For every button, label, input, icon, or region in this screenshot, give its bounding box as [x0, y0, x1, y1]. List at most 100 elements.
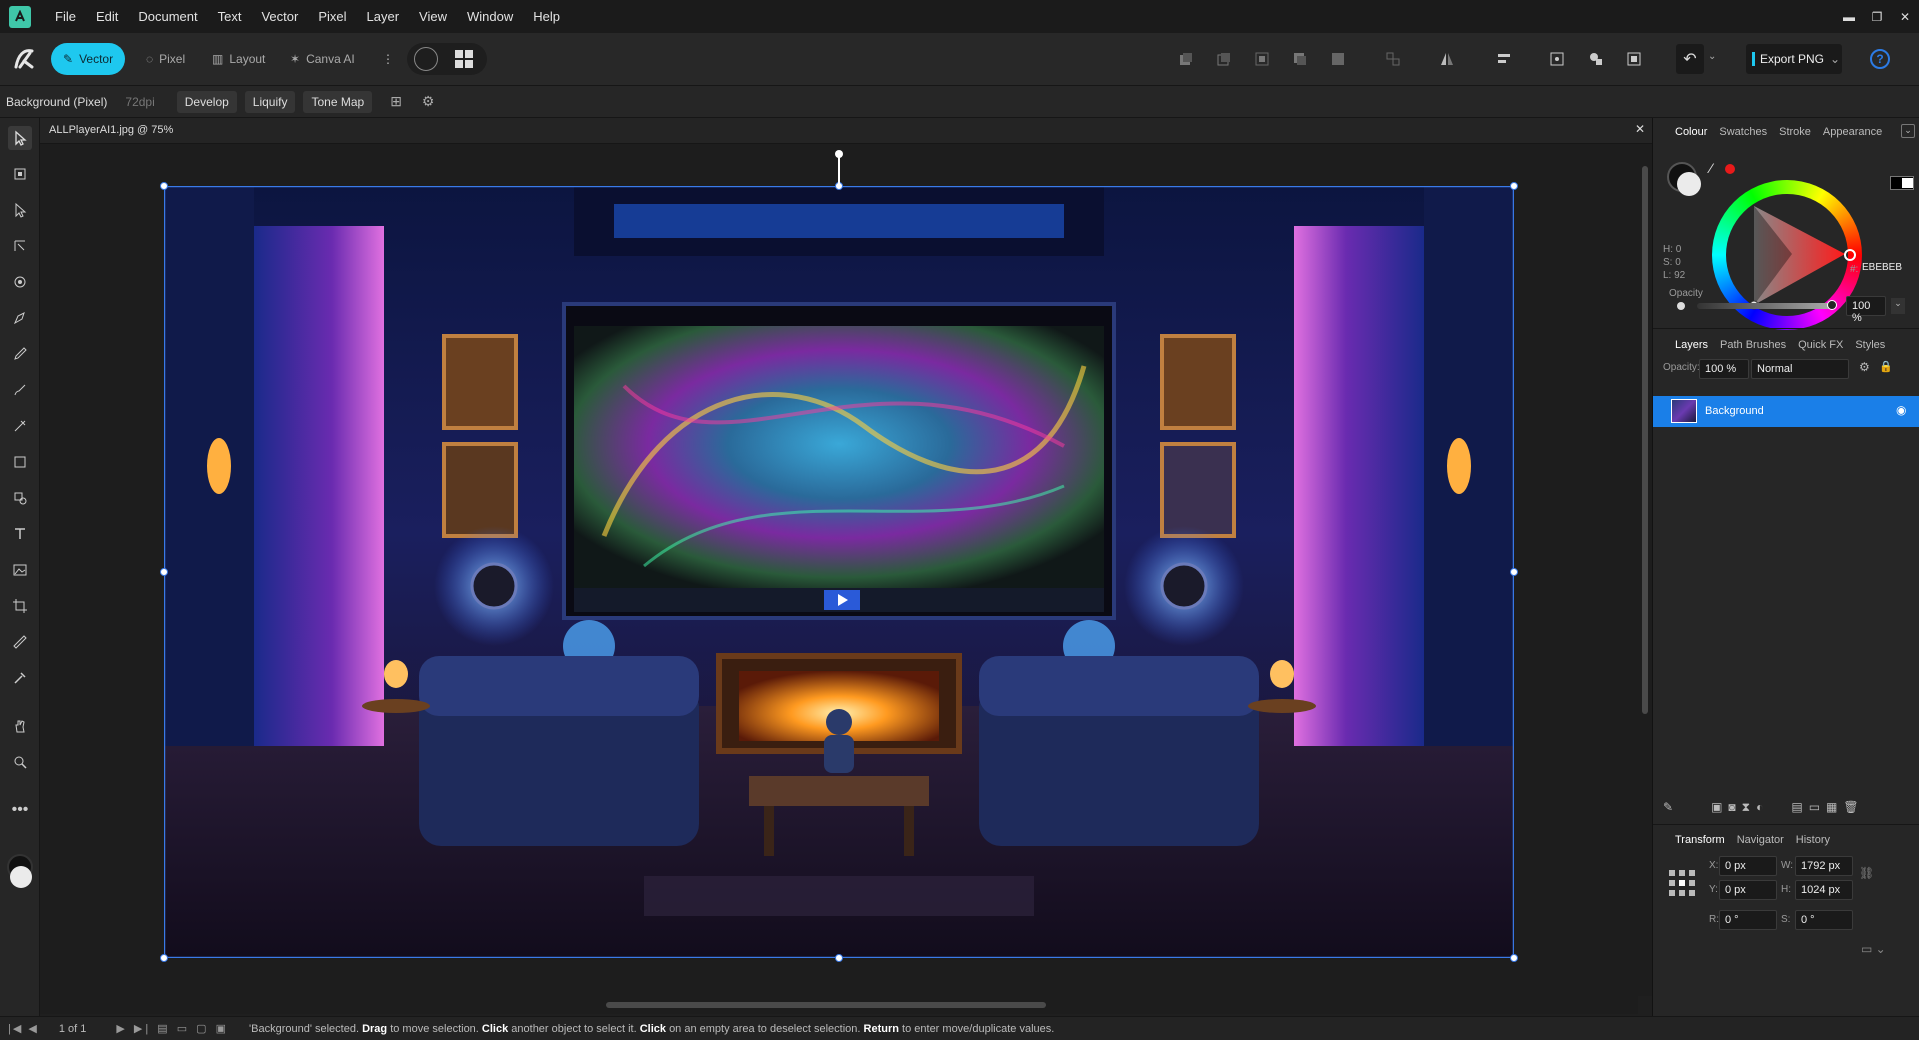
- menu-edit[interactable]: Edit: [86, 0, 128, 33]
- develop-button[interactable]: Develop: [176, 90, 237, 113]
- boolean-icon[interactable]: [1328, 49, 1348, 69]
- persona-pixel[interactable]: ◌ Pixel: [134, 43, 197, 75]
- vertical-scrollbar[interactable]: [1638, 144, 1652, 996]
- minimize-icon[interactable]: ▬: [1835, 0, 1863, 33]
- handle-bl[interactable]: [160, 954, 168, 962]
- first-page-icon[interactable]: |◀ ◀: [8, 1022, 39, 1035]
- snapping-icon[interactable]: [1586, 49, 1606, 69]
- add-layer-icon[interactable]: ▤: [1791, 800, 1802, 814]
- settings-gear-icon[interactable]: ⚙: [422, 93, 435, 110]
- close-document-icon[interactable]: ✕: [1635, 122, 1645, 136]
- distribute-icon[interactable]: [1383, 49, 1403, 69]
- layer-name[interactable]: Background: [1705, 405, 1764, 417]
- tab-swatches[interactable]: Swatches: [1719, 126, 1767, 138]
- mask-icon[interactable]: ◙: [1728, 800, 1735, 814]
- tab-transform[interactable]: Transform: [1675, 834, 1725, 846]
- black-white-swatch-icon[interactable]: [1890, 176, 1914, 190]
- horizontal-scrollbar[interactable]: [40, 996, 1638, 1014]
- zoom-icon[interactable]: [8, 750, 32, 774]
- menu-view[interactable]: View: [409, 0, 457, 33]
- shape-icon[interactable]: [8, 486, 32, 510]
- layer-row[interactable]: Background ◉: [1653, 396, 1919, 427]
- menu-file[interactable]: File: [45, 0, 86, 33]
- pen-icon[interactable]: [8, 306, 32, 330]
- tab-path-brushes[interactable]: Path Brushes: [1720, 339, 1786, 351]
- page-nav-icons[interactable]: ▶ ▶| ▤ ▭ ▢ ▣: [116, 1022, 229, 1035]
- blend-mode-select[interactable]: Normal: [1751, 359, 1849, 379]
- persona-vector[interactable]: ✎ Vector: [51, 43, 126, 75]
- lock-icon[interactable]: 🔒: [1879, 360, 1893, 373]
- handle-br[interactable]: [1510, 954, 1518, 962]
- y-field[interactable]: 0 px: [1719, 880, 1777, 900]
- text-icon[interactable]: [8, 522, 32, 546]
- help-icon[interactable]: ?: [1870, 49, 1890, 69]
- contrast-icon[interactable]: ◐: [1756, 800, 1763, 814]
- tab-appearance[interactable]: Appearance: [1823, 126, 1882, 138]
- menu-window[interactable]: Window: [457, 0, 523, 33]
- liquify-button[interactable]: Liquify: [244, 90, 296, 113]
- w-field[interactable]: 1792 px: [1795, 856, 1853, 876]
- layer-opacity-field[interactable]: 100 %: [1699, 359, 1749, 379]
- menu-text[interactable]: Text: [208, 0, 252, 33]
- ruler-icon[interactable]: [8, 630, 32, 654]
- transform-options-icon[interactable]: ▭ ⌄: [1861, 942, 1886, 956]
- tab-navigator[interactable]: Navigator: [1737, 834, 1784, 846]
- anchor-grid-icon[interactable]: [1669, 870, 1695, 896]
- more-icon[interactable]: •••: [8, 798, 32, 822]
- handle-ml[interactable]: [160, 568, 168, 576]
- align-icon[interactable]: [1494, 49, 1514, 69]
- rotation-handle[interactable]: [835, 150, 843, 158]
- menu-pixel[interactable]: Pixel: [308, 0, 356, 33]
- arrange-back-icon[interactable]: [1176, 49, 1196, 69]
- fill-icon[interactable]: [8, 414, 32, 438]
- corner-icon[interactable]: [8, 270, 32, 294]
- menu-vector[interactable]: Vector: [251, 0, 308, 33]
- vertical-scroll-thumb[interactable]: [1642, 166, 1648, 714]
- document-tab[interactable]: ALLPlayerAI1.jpg @ 75% ✕: [40, 118, 1652, 144]
- panel-menu-icon[interactable]: ⌄: [1901, 124, 1915, 138]
- hex-value[interactable]: EBEBEB: [1862, 262, 1902, 273]
- trash-icon[interactable]: 🗑: [1843, 800, 1858, 814]
- studio-link-icon[interactable]: [414, 47, 438, 71]
- horizontal-scroll-thumb[interactable]: [606, 1002, 1046, 1008]
- image-icon[interactable]: [8, 558, 32, 582]
- opacity-slider-thumb[interactable]: [1827, 300, 1837, 310]
- rectangle-icon[interactable]: [8, 450, 32, 474]
- brush-icon[interactable]: [8, 378, 32, 402]
- fx-icon[interactable]: ⧗: [1742, 800, 1750, 815]
- affinity-logo-icon[interactable]: [10, 45, 38, 73]
- artboard-icon[interactable]: [8, 162, 32, 186]
- tone-map-button[interactable]: Tone Map: [303, 90, 373, 113]
- adjustment-icon[interactable]: ▣: [1711, 800, 1722, 814]
- undo-brush-icon[interactable]: ↶: [1676, 44, 1704, 74]
- eyedropper-picker-icon[interactable]: ⁄: [1710, 160, 1712, 176]
- selection-grid-icon[interactable]: ⊞: [390, 93, 402, 110]
- rotation-field[interactable]: 0 °: [1719, 910, 1777, 930]
- persona-canva-ai[interactable]: ✶ Canva AI: [278, 43, 367, 75]
- close-window-icon[interactable]: ✕: [1891, 0, 1919, 33]
- folder-icon[interactable]: ▭: [1809, 800, 1820, 814]
- fill-swatch-icon[interactable]: [1677, 172, 1701, 196]
- menu-document[interactable]: Document: [128, 0, 207, 33]
- tab-styles[interactable]: Styles: [1855, 339, 1885, 351]
- link-aspect-icon[interactable]: ⛓: [1859, 866, 1874, 880]
- layer-settings-gear-icon[interactable]: ⚙: [1859, 360, 1870, 374]
- transform-origin-icon[interactable]: [1547, 49, 1567, 69]
- crop-icon[interactable]: [8, 594, 32, 618]
- contour-icon[interactable]: [8, 234, 32, 258]
- persona-layout[interactable]: ▥ Layout: [200, 43, 277, 75]
- menu-help[interactable]: Help: [523, 0, 570, 33]
- move-tool-icon[interactable]: [8, 126, 32, 150]
- more-vert-icon[interactable]: ⋮: [378, 49, 398, 69]
- opacity-slider[interactable]: [1697, 303, 1831, 309]
- edit-icon[interactable]: ✎: [1663, 800, 1673, 814]
- handle-tl[interactable]: [160, 182, 168, 190]
- flip-horizontal-icon[interactable]: [1437, 49, 1457, 69]
- hand-icon[interactable]: [8, 714, 32, 738]
- eyedropper-icon[interactable]: [8, 666, 32, 690]
- selection-box-icon[interactable]: [1624, 49, 1644, 69]
- arrange-front-icon[interactable]: [1290, 49, 1310, 69]
- pencil-icon[interactable]: [8, 342, 32, 366]
- tab-quick-fx[interactable]: Quick FX: [1798, 339, 1843, 351]
- colour-opacity-field[interactable]: 100 %: [1846, 296, 1886, 324]
